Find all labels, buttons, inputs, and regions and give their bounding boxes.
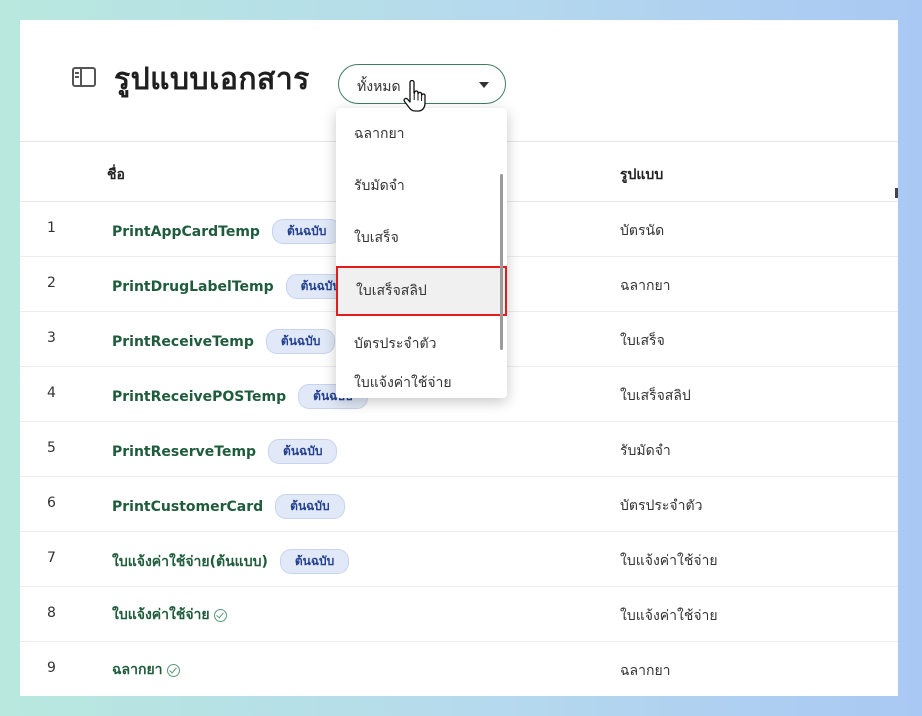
template-name[interactable]: PrintReceiveTemp ต้นฉบับ [112, 329, 336, 354]
check-circle-icon [213, 608, 227, 622]
template-name[interactable]: PrintReceivePOSTemp ต้นฉบับ [112, 384, 368, 409]
template-type: ใบแจ้งค่าใช้จ่าย [620, 553, 718, 569]
row-number: 5 [47, 440, 56, 456]
truncated-column-edge [895, 188, 898, 198]
hand-pointer-cursor-icon [403, 80, 426, 112]
row-number: 3 [47, 330, 56, 346]
dropdown-option[interactable]: ใบเสร็จ [336, 212, 507, 264]
template-type: รับมัดจำ [620, 443, 671, 459]
template-type: ใบแจ้งค่าใช้จ่าย [620, 608, 718, 624]
table-row[interactable]: 6 PrintCustomerCard ต้นฉบับ บัตรประจำตัว [20, 477, 898, 532]
type-filter-value: ทั้งหมด [357, 79, 401, 95]
template-name-text: PrintReserveTemp [112, 443, 257, 460]
template-name-text: ฉลากยา [112, 662, 163, 678]
column-header-type: รูปแบบ [620, 167, 664, 183]
template-name[interactable]: PrintDrugLabelTemp ต้นฉบับ [112, 274, 356, 299]
original-badge: ต้นฉบับ [279, 549, 350, 574]
dropdown-option[interactable]: บัตรประจำตัว [336, 318, 507, 370]
dropdown-option-highlighted[interactable]: ใบเสร็จสลิป [336, 266, 507, 316]
original-badge: ต้นฉบับ [265, 329, 336, 354]
template-name-text: ใบแจ้งค่าใช้จ่าย [112, 607, 210, 623]
template-name-text: PrintReceivePOSTemp [112, 388, 287, 405]
template-name[interactable]: PrintAppCardTemp ต้นฉบับ [112, 219, 342, 244]
template-type: ฉลากยา [620, 278, 671, 294]
dropdown-option[interactable]: ใบแจ้งค่าใช้จ่าย [336, 368, 507, 398]
template-type: ฉลากยา [620, 663, 671, 679]
page-title: รูปแบบเอกสาร [114, 62, 310, 97]
template-name-text: PrintCustomerCard [112, 498, 264, 515]
template-type: บัตรนัด [620, 223, 665, 239]
table-row[interactable]: 8 ใบแจ้งค่าใช้จ่าย ใบแจ้งค่าใช้จ่าย [20, 587, 898, 642]
row-number: 8 [47, 605, 56, 621]
template-name-text: PrintDrugLabelTemp [112, 278, 274, 295]
template-type: ใบเสร็จ [620, 333, 665, 349]
table-row[interactable]: 7 ใบแจ้งค่าใช้จ่าย(ต้นแบบ) ต้นฉบับ ใบแจ้ง… [20, 532, 898, 587]
original-badge: ต้นฉบับ [268, 439, 338, 464]
template-type: บัตรประจำตัว [620, 498, 703, 514]
template-name-text: PrintAppCardTemp [112, 223, 260, 240]
template-name[interactable]: PrintCustomerCard ต้นฉบับ [112, 494, 345, 519]
template-name-text: ใบแจ้งค่าใช้จ่าย(ต้นแบบ) [112, 553, 268, 570]
dropdown-scrollbar[interactable] [500, 174, 503, 350]
template-name-text: PrintReceiveTemp [112, 333, 254, 350]
original-badge: ต้นฉบับ [275, 494, 345, 519]
row-number: 1 [47, 220, 56, 236]
dropdown-option[interactable]: รับมัดจำ [336, 160, 507, 212]
template-type: ใบเสร็จสลิป [620, 388, 691, 404]
row-number: 7 [47, 550, 56, 566]
row-number: 9 [47, 660, 56, 676]
row-number: 2 [47, 275, 56, 291]
document-templates-card: รูปแบบเอกสาร ทั้งหมด ชื่อ รูปแบบ 1 Print… [20, 20, 898, 696]
original-badge: ต้นฉบับ [271, 219, 342, 244]
template-name[interactable]: ฉลากยา [112, 659, 180, 681]
template-name[interactable]: PrintReserveTemp ต้นฉบับ [112, 439, 338, 464]
template-name[interactable]: ใบแจ้งค่าใช้จ่าย [112, 604, 227, 626]
row-number: 4 [47, 385, 56, 401]
column-header-name: ชื่อ [107, 167, 125, 183]
caret-down-icon [479, 82, 489, 88]
sidebar-panel-icon[interactable] [72, 67, 96, 87]
table-row[interactable]: 9 ฉลากยา ฉลากยา [20, 642, 898, 696]
template-name[interactable]: ใบแจ้งค่าใช้จ่าย(ต้นแบบ) ต้นฉบับ [112, 549, 350, 574]
check-circle-icon [166, 663, 180, 677]
type-filter-dropdown[interactable]: ฉลากยา รับมัดจำ ใบเสร็จ ใบเสร็จสลิป บัตร… [336, 108, 507, 398]
row-number: 6 [47, 495, 56, 511]
table-row[interactable]: 5 PrintReserveTemp ต้นฉบับ รับมัดจำ [20, 422, 898, 477]
